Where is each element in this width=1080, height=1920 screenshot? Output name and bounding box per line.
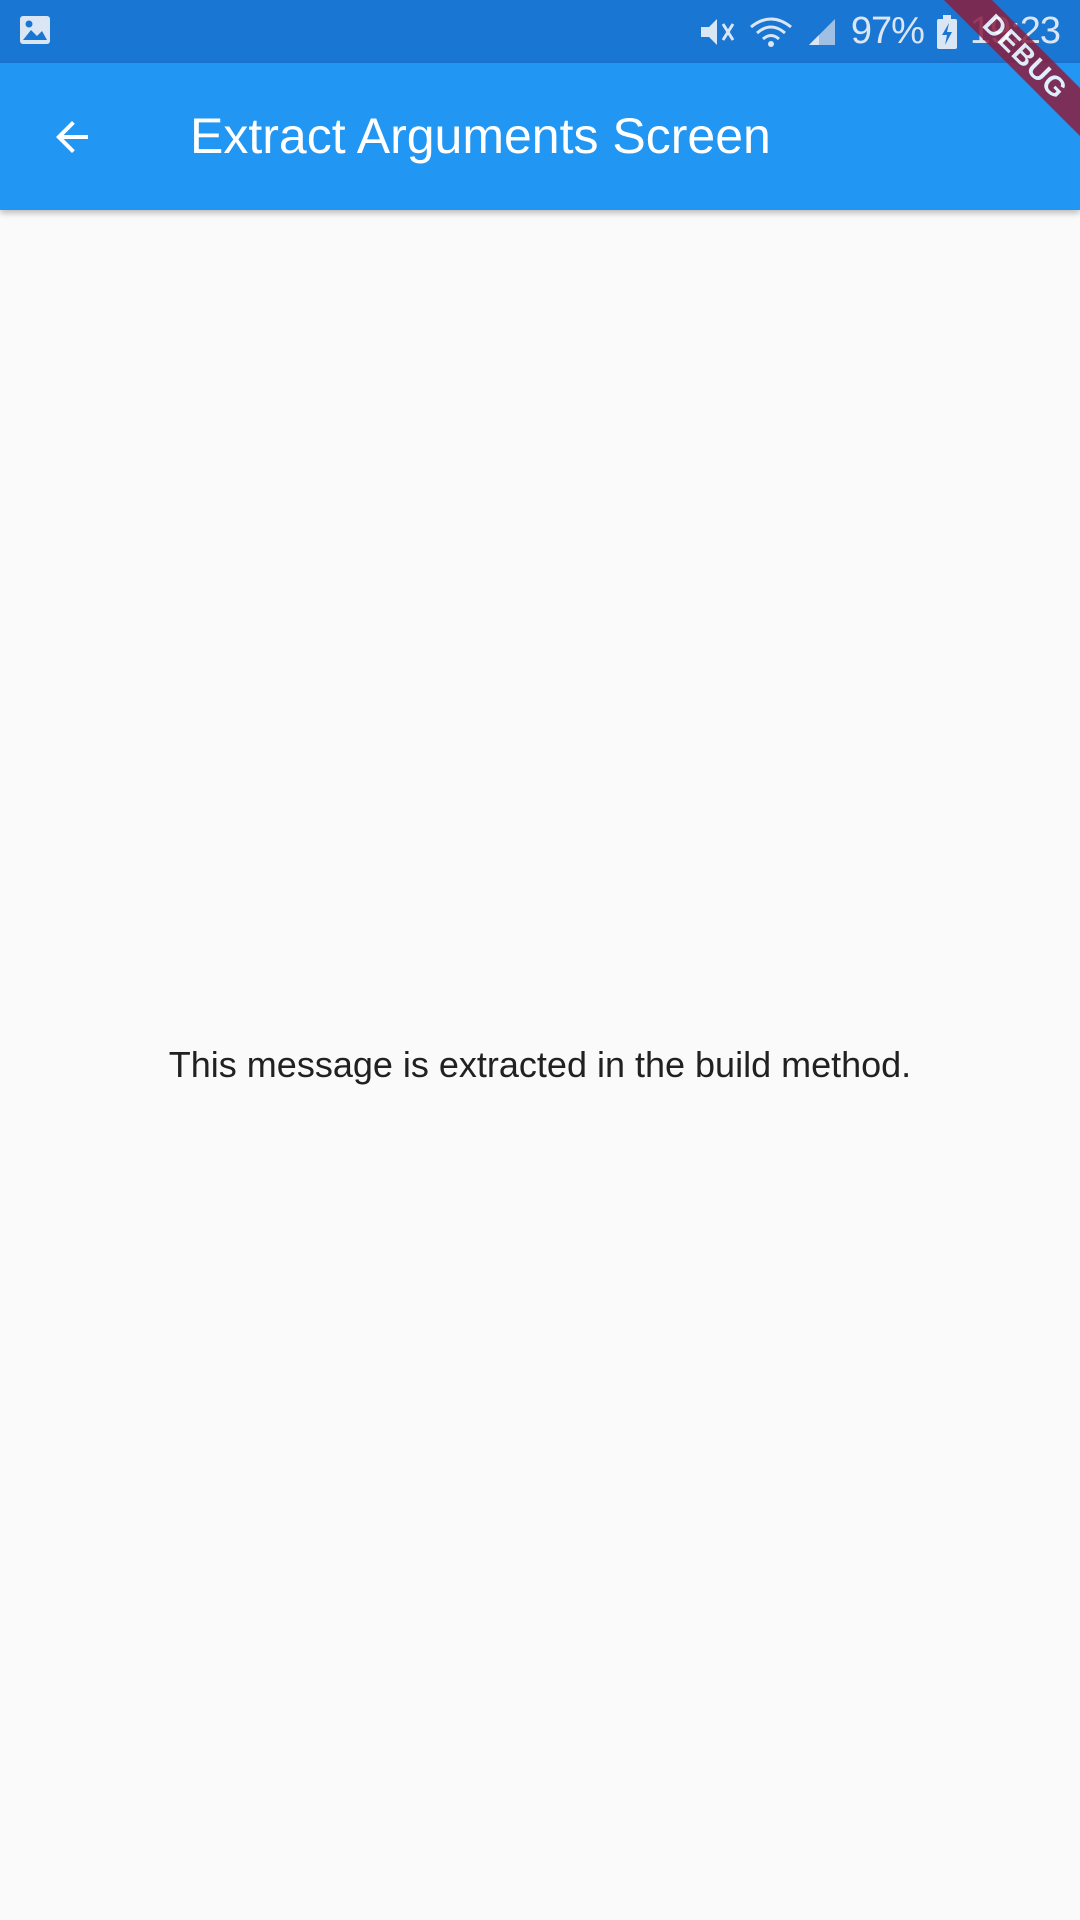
battery-charging-icon	[936, 14, 958, 50]
battery-percentage: 97%	[850, 10, 925, 52]
cell-signal-icon	[805, 15, 839, 49]
app-bar: Extract Arguments Screen	[0, 63, 1080, 210]
status-time: 19:23	[969, 10, 1061, 52]
wifi-icon	[749, 15, 793, 49]
message-text: This message is extracted in the build m…	[168, 1044, 912, 1085]
status-icons: 97% 19:23	[697, 0, 1061, 63]
status-bar: 97% 19:23	[0, 0, 1080, 63]
vibrate-mute-icon	[697, 15, 737, 49]
arrow-back-icon	[48, 113, 96, 166]
main-content: This message is extracted in the build m…	[0, 210, 1080, 1920]
page-title: Extract Arguments Screen	[190, 108, 771, 164]
image-notification-icon	[18, 13, 52, 47]
back-button[interactable]	[24, 91, 120, 187]
